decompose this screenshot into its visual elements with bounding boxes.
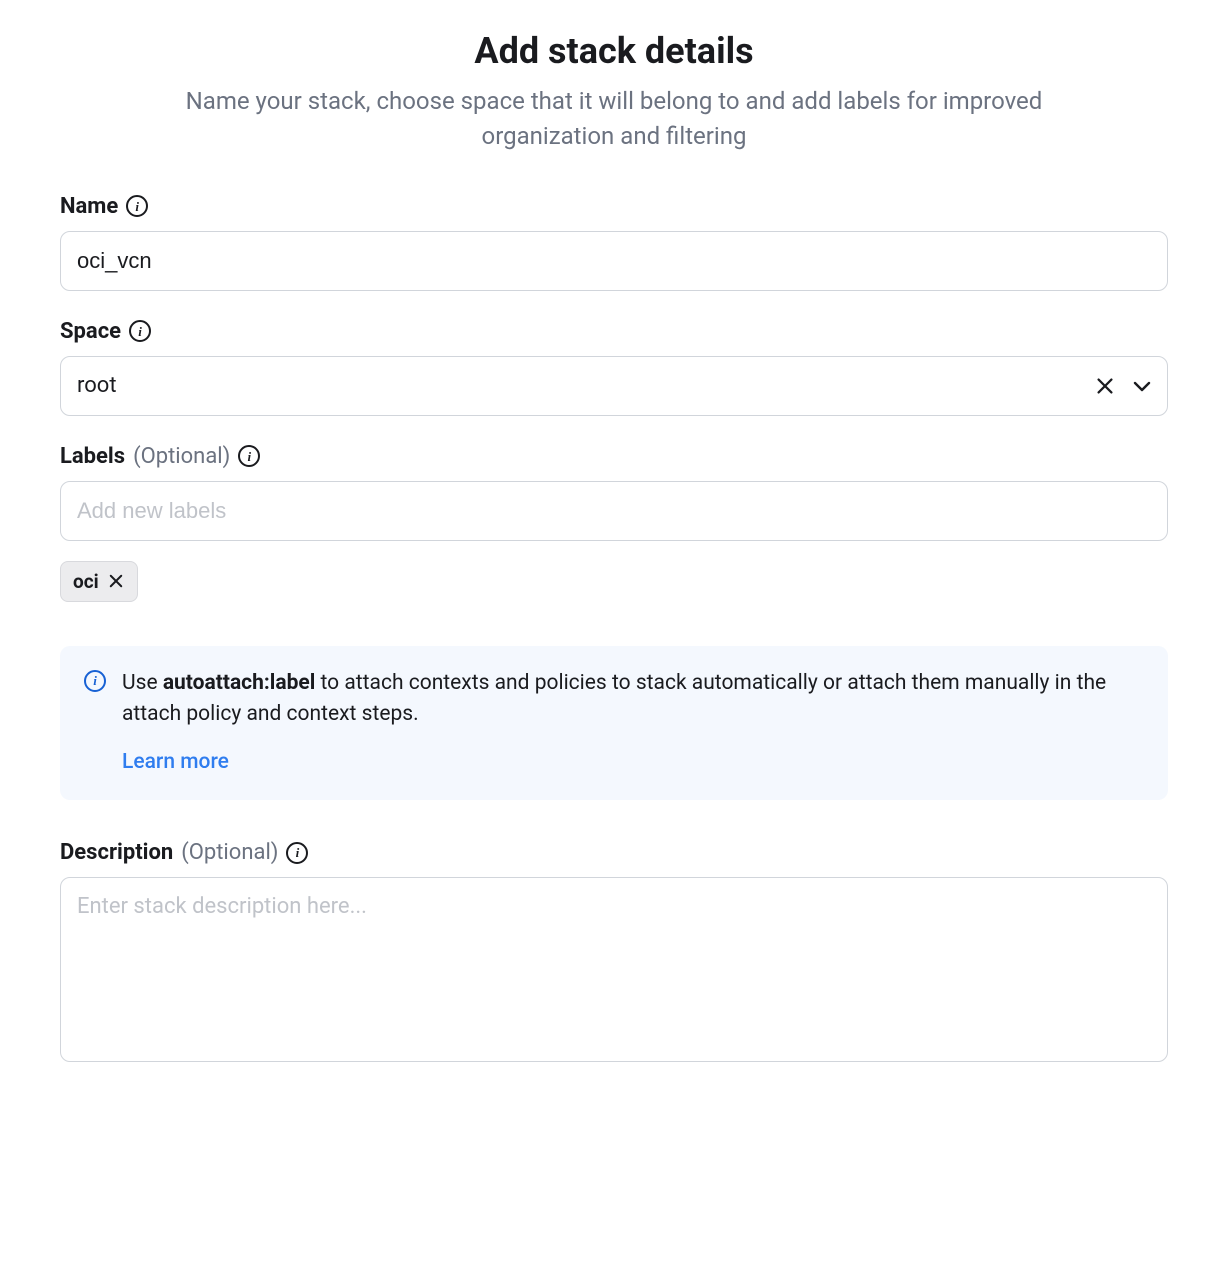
description-textarea[interactable] [60,877,1168,1062]
learn-more-link[interactable]: Learn more [122,747,229,779]
labels-optional: (Optional) [133,444,230,469]
space-label: Space [60,319,121,344]
labels-label: Labels [60,444,125,469]
close-icon[interactable] [107,572,125,590]
callout-bold: autoattach:label [163,671,316,695]
labels-input[interactable] [60,481,1168,541]
callout-text-pre: Use [122,671,163,695]
name-field-group: Name i [60,194,1168,291]
info-icon[interactable]: i [286,842,308,864]
chevron-down-icon[interactable] [1130,374,1154,398]
label-chip[interactable]: oci [60,561,138,602]
space-value: root [77,373,117,398]
space-select[interactable]: root [60,356,1168,416]
labels-field-group: Labels (Optional) i oci [60,444,1168,602]
page-title: Add stack details [60,30,1168,72]
chip-text: oci [73,570,99,593]
info-icon[interactable]: i [129,320,151,342]
clear-icon[interactable] [1094,375,1116,397]
info-icon: i [84,670,106,692]
info-icon[interactable]: i [238,445,260,467]
description-field-group: Description (Optional) i [60,840,1168,1066]
info-icon[interactable]: i [126,195,148,217]
name-input[interactable] [60,231,1168,291]
description-label: Description [60,840,173,865]
name-label: Name [60,194,118,219]
space-field-group: Space i root [60,319,1168,416]
description-optional: (Optional) [181,840,278,865]
info-callout: i Use autoattach:label to attach context… [60,646,1168,801]
page-subtitle: Name your stack, choose space that it wi… [174,84,1054,154]
